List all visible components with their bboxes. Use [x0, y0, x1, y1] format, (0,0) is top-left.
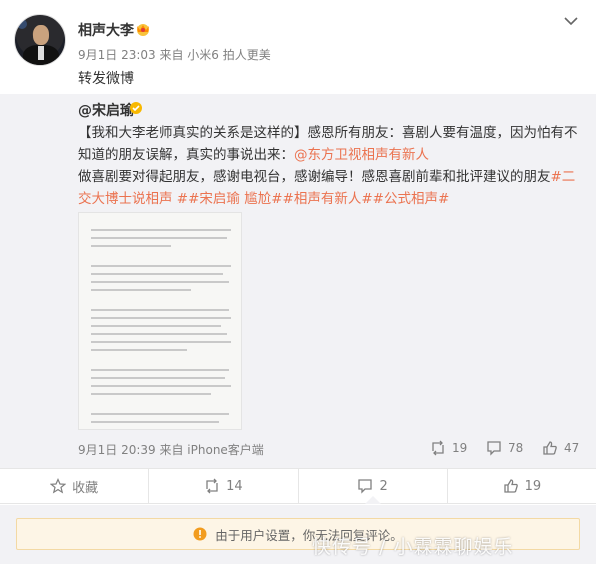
retweet-meta: 9月1日 20:39 来自 iPhone客户端: [78, 443, 264, 457]
weibo-card: 相声大李 9月1日 23:03 来自 小米6 拍人更美 转发微博 @宋启瑜 【我…: [0, 0, 596, 564]
repost-button[interactable]: 14: [149, 469, 299, 503]
retweet-author[interactable]: @宋启瑜: [78, 100, 134, 120]
repost-icon: [432, 440, 444, 456]
retweet-text: 【我和大李老师真实的关系是这样的】感恩所有朋友：喜剧人要有温度，因为怕有不知道的…: [78, 122, 588, 210]
avatar[interactable]: [14, 14, 66, 66]
repost-count: 14: [226, 478, 243, 494]
comment-icon: [358, 479, 373, 494]
mention-link[interactable]: @东方卫视相声有新人: [294, 147, 429, 163]
like-button[interactable]: 19: [448, 469, 596, 503]
retweet-repost-count: 19: [452, 441, 468, 455]
star-icon: [50, 478, 67, 494]
avatar-shirt: [38, 46, 44, 60]
article-image-thumbnail[interactable]: [78, 212, 242, 430]
retweet-comment-button[interactable]: 78: [486, 440, 523, 456]
post-text: 转发微博: [78, 71, 134, 87]
verified-badge-icon: [130, 102, 142, 114]
like-count: 19: [524, 478, 542, 494]
favorite-button[interactable]: 收藏: [0, 469, 150, 503]
comment-button[interactable]: 2: [299, 469, 448, 504]
chevron-down-icon[interactable]: [562, 14, 580, 28]
action-toolbar: 收藏 14 2 19: [0, 468, 596, 504]
retweet-like-button[interactable]: 47: [542, 440, 579, 456]
watermark: 快传号 / 小霖霖聊娱乐: [312, 536, 514, 558]
avatar-light: [17, 19, 27, 29]
comment-count: 2: [379, 478, 388, 494]
avatar-face: [33, 25, 49, 45]
comment-icon: [487, 441, 501, 456]
retweet-text-part2: 做喜剧要对得起朋友，感谢电视台，感谢编导！感恩喜剧前辈和批评建议的朋友: [78, 169, 551, 185]
retweet-comment-count: 78: [508, 441, 524, 455]
thumbs-up-icon: [543, 441, 557, 455]
retweet-like-count: 47: [564, 441, 580, 455]
warning-icon: [193, 527, 207, 541]
repost-icon: [206, 478, 218, 494]
author-name[interactable]: 相声大李: [78, 20, 134, 40]
thumbs-up-icon: [503, 479, 518, 493]
favorite-label: 收藏: [72, 480, 99, 496]
vip-crown-icon[interactable]: [134, 22, 152, 36]
post-meta: 9月1日 23:03 来自 小米6 拍人更美: [78, 48, 271, 62]
retweet-repost-button[interactable]: 19: [430, 440, 467, 456]
